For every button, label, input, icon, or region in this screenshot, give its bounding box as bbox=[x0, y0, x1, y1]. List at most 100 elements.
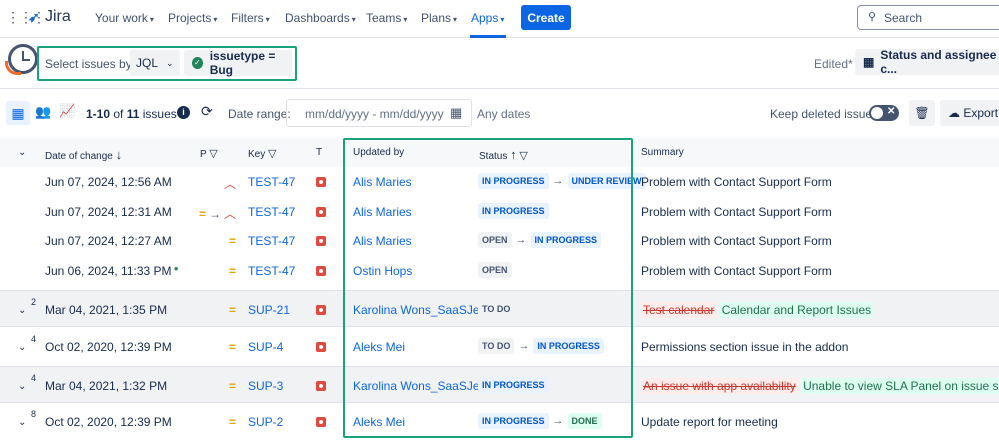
calendar-icon[interactable]: ▦ bbox=[450, 105, 462, 121]
jql-select[interactable]: JQL ⌄ bbox=[130, 50, 180, 76]
nav-your-work[interactable]: Your work ▾ bbox=[95, 11, 154, 25]
cloud-download-icon: ☁ bbox=[948, 106, 960, 120]
header-key[interactable]: Key ▽ bbox=[248, 147, 276, 160]
table-icon: ▦ bbox=[863, 55, 875, 69]
change-count: 2 bbox=[31, 297, 37, 307]
jira-logo-icon[interactable]: ➶ bbox=[28, 9, 40, 26]
issue-key-link[interactable]: TEST-47 bbox=[248, 234, 295, 248]
priority-medium-icon: = bbox=[198, 207, 206, 221]
old-summary: An issue with app availability bbox=[641, 378, 798, 394]
group-view-icon[interactable]: 👥 bbox=[35, 104, 51, 120]
issue-key-link[interactable]: SUP-21 bbox=[248, 303, 290, 317]
keep-deleted-toggle[interactable]: ✕ bbox=[869, 105, 899, 121]
priority-medium-icon: = bbox=[228, 379, 236, 393]
date-of-change: Mar 04, 2021, 1:32 PM bbox=[45, 379, 168, 393]
issue-key-link[interactable]: SUP-3 bbox=[248, 379, 283, 393]
bug-icon bbox=[316, 381, 326, 391]
nav-filters[interactable]: Filters ▾ bbox=[231, 11, 270, 25]
refresh-icon[interactable]: ⟳ bbox=[201, 103, 213, 120]
check-circle-icon: ✓ bbox=[192, 57, 203, 69]
date-of-change: Jun 07, 2024, 12:31 AM bbox=[45, 205, 172, 219]
search-input[interactable]: ⚲ Search bbox=[857, 5, 999, 30]
edited-label: Edited* bbox=[814, 57, 853, 71]
nav-plans[interactable]: Plans ▾ bbox=[421, 11, 457, 25]
date-range-placeholder: mm/dd/yyyy - mm/dd/yyyy bbox=[305, 107, 444, 121]
bug-icon bbox=[316, 417, 326, 427]
summary: An issue with app availability Unable to… bbox=[641, 378, 999, 394]
bug-icon bbox=[316, 177, 326, 187]
summary-text: Problem with Contact Support Form bbox=[641, 205, 832, 219]
select-issues-label: Select issues by: bbox=[45, 57, 136, 71]
expand-all-icon[interactable]: ⌄ bbox=[18, 147, 26, 158]
bug-icon bbox=[316, 305, 326, 315]
jql-select-value: JQL bbox=[136, 56, 159, 70]
bug-icon bbox=[316, 342, 326, 352]
nav-dashboards[interactable]: Dashboards ▾ bbox=[285, 11, 356, 25]
priority-high-icon: ︿ bbox=[223, 207, 236, 221]
date-range-label: Date range: bbox=[228, 107, 291, 121]
view-select-button[interactable]: ▦ Status and assignee c... bbox=[855, 48, 999, 76]
header-type[interactable]: T bbox=[316, 147, 322, 158]
summary-text: Update report for meeting bbox=[641, 415, 778, 429]
table-view-icon[interactable]: ▦ bbox=[6, 101, 30, 125]
nav-teams[interactable]: Teams ▾ bbox=[366, 11, 407, 25]
info-icon[interactable]: i bbox=[177, 106, 190, 119]
expand-row-icon[interactable]: ⌄ bbox=[18, 305, 26, 316]
date-of-change: Oct 02, 2020, 12:39 PM bbox=[45, 340, 172, 354]
new-summary: Unable to view SLA Panel on issue screen bbox=[801, 378, 999, 394]
jql-query[interactable]: ✓ issuetype = Bug bbox=[184, 49, 292, 77]
summary: Problem with Contact Support Form bbox=[641, 264, 832, 278]
issue-key-link[interactable]: TEST-47 bbox=[248, 175, 295, 189]
issue-key-link[interactable]: SUP-4 bbox=[248, 340, 283, 354]
columns-highlight bbox=[343, 138, 633, 438]
bug-icon bbox=[316, 207, 326, 217]
date-of-change: Jun 06, 2024, 11:33 PM ● bbox=[45, 264, 179, 278]
chevron-down-icon: ⌄ bbox=[166, 57, 174, 68]
summary: Problem with Contact Support Form bbox=[641, 234, 832, 248]
header-summary[interactable]: Summary bbox=[641, 147, 684, 158]
priority-medium-icon: = bbox=[228, 264, 236, 278]
sort-desc-icon: ↓ bbox=[115, 147, 123, 162]
issue-key-link[interactable]: TEST-47 bbox=[248, 205, 295, 219]
priority: = bbox=[229, 379, 236, 393]
summary-text: Permissions section issue in the addon bbox=[641, 340, 849, 354]
jira-logo-text[interactable]: Jira bbox=[45, 8, 71, 26]
chart-view-icon[interactable]: 📈 bbox=[59, 103, 75, 119]
create-button[interactable]: Create bbox=[521, 5, 571, 30]
divider bbox=[0, 88, 999, 89]
expand-row-icon[interactable]: ⌄ bbox=[18, 417, 26, 428]
priority-medium-icon: = bbox=[228, 340, 236, 354]
any-dates-label: Any dates bbox=[477, 107, 531, 121]
summary-text: Problem with Contact Support Form bbox=[641, 234, 832, 248]
header-date[interactable]: Date of change ↓ bbox=[45, 147, 122, 162]
trash-icon[interactable]: 🗑 bbox=[909, 100, 935, 126]
priority: = bbox=[229, 234, 236, 248]
issue-key-link[interactable]: TEST-47 bbox=[248, 264, 295, 278]
issue-key-link[interactable]: SUP-2 bbox=[248, 415, 283, 429]
expand-row-icon[interactable]: ⌄ bbox=[18, 342, 26, 353]
priority: = bbox=[229, 264, 236, 278]
priority: = bbox=[229, 303, 236, 317]
date-of-change: Oct 02, 2020, 12:39 PM bbox=[45, 415, 172, 429]
date-range-input[interactable]: mm/dd/yyyy - mm/dd/yyyy ▦ bbox=[286, 99, 472, 127]
priority: ︿ bbox=[224, 175, 236, 192]
summary: Problem with Contact Support Form bbox=[641, 175, 832, 189]
issue-count: 1-10 of 11 issues bbox=[86, 107, 177, 121]
old-summary: Test calendar bbox=[641, 302, 717, 318]
summary: Update report for meeting bbox=[641, 415, 778, 429]
summary-text: Problem with Contact Support Form bbox=[641, 175, 832, 189]
change-count: 4 bbox=[31, 334, 37, 344]
jql-query-text: issuetype = Bug bbox=[209, 49, 276, 77]
date-of-change: Mar 04, 2021, 1:35 PM bbox=[45, 303, 168, 317]
bug-icon bbox=[316, 266, 326, 276]
expand-row-icon[interactable]: ⌄ bbox=[18, 381, 26, 392]
priority: = → ︿ bbox=[199, 205, 236, 222]
header-priority[interactable]: P ▽ bbox=[200, 147, 218, 160]
view-name: Status and assignee c... bbox=[880, 48, 997, 76]
priority-medium-icon: = bbox=[228, 415, 236, 429]
export-button[interactable]: ☁ Export bbox=[940, 100, 999, 126]
summary: Permissions section issue in the addon bbox=[641, 340, 848, 354]
change-count: 8 bbox=[31, 409, 37, 419]
nav-projects[interactable]: Projects ▾ bbox=[168, 11, 217, 25]
nav-apps[interactable]: Apps ▾ bbox=[471, 11, 504, 25]
